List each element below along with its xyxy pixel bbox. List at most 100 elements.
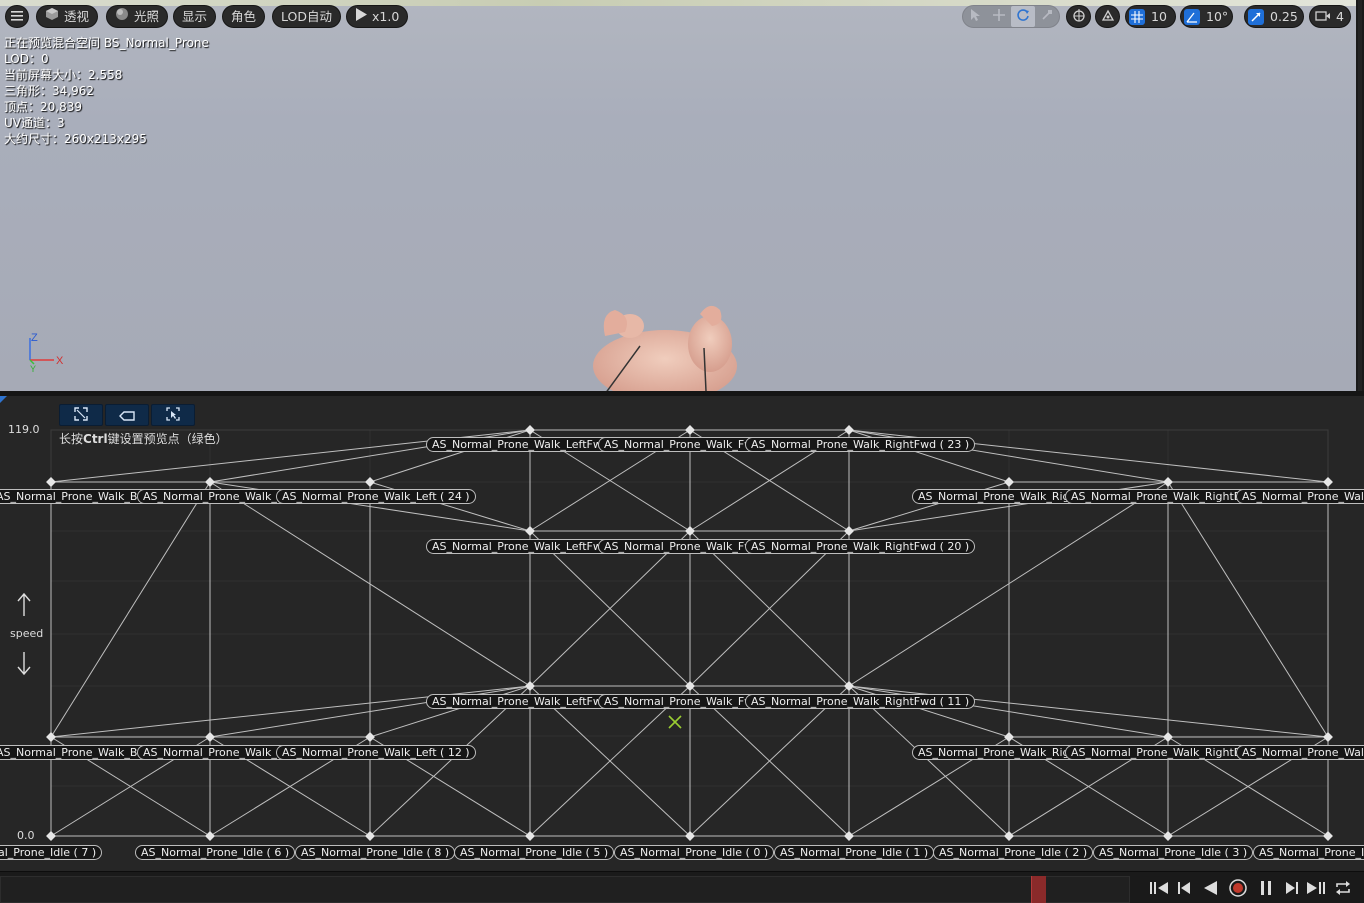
y-axis-max: 119.0 bbox=[8, 423, 40, 436]
lod-label: LOD自动 bbox=[281, 9, 332, 24]
preview-hint: 长按Ctrl键设置预览点（绿色） bbox=[59, 430, 228, 447]
rotation-snap-value: 10° bbox=[1206, 9, 1229, 24]
timeline-bar bbox=[0, 871, 1364, 903]
sample-point bbox=[1163, 477, 1173, 487]
perspective-label: 透视 bbox=[64, 9, 90, 24]
sample-label[interactable]: AS_Normal_Prone_Walk_RightFwd ( 20 ) bbox=[745, 539, 976, 554]
sample-label[interactable]: AS_Normal_Prone_Idle ( 1 ) bbox=[774, 845, 935, 860]
sample-label[interactable]: AS_Normal_Prone_Idle ( 8 ) bbox=[295, 845, 456, 860]
perspective-button[interactable]: 透视 bbox=[36, 5, 99, 28]
corner-accent-icon bbox=[0, 396, 7, 403]
sample-label[interactable]: AS_Normal_Prone_Idle ( 0 ) bbox=[614, 845, 775, 860]
translate-tool-button[interactable] bbox=[987, 6, 1011, 27]
viewport-menu-button[interactable] bbox=[5, 5, 29, 28]
select-region-button[interactable] bbox=[151, 404, 195, 426]
lod-button[interactable]: LOD自动 bbox=[272, 5, 341, 28]
scale-snap-value: 0.25 bbox=[1270, 9, 1298, 24]
play-reverse-button[interactable] bbox=[1200, 881, 1220, 899]
rotate-icon bbox=[1016, 8, 1030, 25]
step-back-icon bbox=[1176, 880, 1192, 900]
stats-line: 当前屏幕大小：2.558 bbox=[4, 68, 123, 82]
pause-button[interactable] bbox=[1256, 881, 1276, 899]
cube-icon bbox=[45, 5, 59, 28]
sample-point bbox=[525, 425, 535, 435]
sample-label[interactable]: AS_Normal_Prone_Idle ( 4 ) bbox=[1253, 845, 1364, 860]
camera-speed-group[interactable]: 4 bbox=[1309, 5, 1351, 28]
show-button[interactable]: 显示 bbox=[173, 5, 217, 28]
rotate-tool-button[interactable] bbox=[1011, 6, 1035, 27]
scrollbar-thumb[interactable] bbox=[1358, 0, 1362, 391]
scrub-head[interactable] bbox=[1031, 876, 1046, 903]
sample-label[interactable]: AS_Normal_Prone_Walk_RightFwd ( 11 ) bbox=[745, 694, 976, 709]
arrow-down-icon bbox=[16, 650, 32, 680]
grid-snap-group[interactable]: 10 bbox=[1125, 5, 1176, 28]
viewport-scrollbar[interactable] bbox=[1356, 0, 1364, 391]
character-button[interactable]: 角色 bbox=[222, 5, 266, 28]
sample-point bbox=[205, 831, 215, 841]
step-forward-button[interactable] bbox=[1282, 881, 1302, 899]
sample-label[interactable]: AS_Normal_Prone_Idle ( 5 ) bbox=[454, 845, 615, 860]
sample-label[interactable]: AS_Normal_Prone_Walk_Bwd ( 15 ) bbox=[1236, 745, 1364, 760]
sample-label[interactable]: AS_Normal_Prone_Idle ( 7 ) bbox=[0, 845, 103, 860]
y-axis-label: speed bbox=[10, 627, 44, 640]
play-reverse-icon bbox=[1202, 880, 1218, 900]
sample-point bbox=[46, 477, 56, 487]
world-local-button[interactable] bbox=[1066, 5, 1091, 28]
blend-space-editor[interactable]: 长按Ctrl键设置预览点（绿色） 119.0 0.0 speed AS_Norm… bbox=[0, 396, 1364, 871]
camera-speed-value: 4 bbox=[1336, 9, 1344, 24]
preview-viewport[interactable]: 透视 光照 显示 角色 LOD自动 x1.0 10 10° 0.25 4 正在预… bbox=[0, 0, 1356, 391]
scale-snap-group[interactable]: 0.25 bbox=[1244, 5, 1304, 28]
hamburger-icon bbox=[11, 5, 23, 28]
transform-tools-group bbox=[962, 5, 1060, 28]
select-tool-button[interactable] bbox=[963, 6, 987, 27]
stats-line: UV通道：3 bbox=[4, 116, 65, 130]
camera-icon bbox=[1315, 7, 1331, 26]
playback-speed-label: x1.0 bbox=[372, 9, 400, 24]
record-icon bbox=[1229, 879, 1247, 901]
select-region-icon bbox=[166, 406, 180, 425]
sample-label[interactable]: AS_Normal_Prone_Walk_RightFwd ( 23 ) bbox=[745, 437, 976, 452]
sample-label[interactable]: AS_Normal_Prone_Idle ( 6 ) bbox=[135, 845, 296, 860]
preview-point-marker[interactable] bbox=[667, 714, 683, 730]
scale-tool-button[interactable] bbox=[1035, 6, 1059, 27]
scrub-track[interactable] bbox=[0, 876, 1130, 903]
sample-label[interactable]: AS_Normal_Prone_Idle ( 2 ) bbox=[933, 845, 1094, 860]
sample-point bbox=[46, 732, 56, 742]
sample-label[interactable]: AS_Normal_Prone_Walk_Left ( 24 ) bbox=[276, 489, 476, 504]
axis-gizmo: Z X Y bbox=[22, 328, 72, 374]
step-back-button[interactable] bbox=[1174, 881, 1194, 899]
sample-point bbox=[1323, 477, 1333, 487]
sample-point bbox=[205, 732, 215, 742]
axis-y-label: Y bbox=[30, 364, 36, 373]
surface-snap-button[interactable] bbox=[1095, 5, 1120, 28]
rotation-snap-group[interactable]: 10° bbox=[1180, 5, 1233, 28]
record-button[interactable] bbox=[1228, 879, 1248, 901]
triangulation-edge bbox=[1167, 481, 1329, 738]
show-label: 显示 bbox=[182, 9, 208, 24]
lighting-button[interactable]: 光照 bbox=[106, 5, 169, 28]
blend-space-grid bbox=[0, 396, 1333, 841]
sample-label[interactable]: AS_Normal_Prone_Walk_Bwd ( 27 ) bbox=[1236, 489, 1364, 504]
arrow-up-icon bbox=[16, 592, 32, 622]
surface-snap-icon bbox=[1101, 7, 1115, 26]
sample-point bbox=[685, 425, 695, 435]
fit-view-button[interactable] bbox=[59, 404, 103, 426]
sample-label[interactable]: AS_Normal_Prone_Walk_Left ( 12 ) bbox=[276, 745, 476, 760]
skip-to-start-button[interactable] bbox=[1149, 881, 1169, 899]
stats-line: LOD：0 bbox=[4, 52, 49, 66]
sample-label[interactable]: AS_Normal_Prone_Idle ( 3 ) bbox=[1093, 845, 1254, 860]
sample-point bbox=[1323, 732, 1333, 742]
loop-button[interactable] bbox=[1333, 881, 1353, 899]
character-mesh[interactable] bbox=[560, 296, 770, 391]
eraser-button[interactable] bbox=[105, 404, 149, 426]
stats-line: 顶点：20,839 bbox=[4, 100, 82, 114]
y-axis-min: 0.0 bbox=[17, 829, 35, 842]
character-label: 角色 bbox=[231, 9, 257, 24]
sample-point bbox=[844, 425, 854, 435]
playback-speed-button[interactable]: x1.0 bbox=[346, 5, 409, 28]
pause-icon bbox=[1259, 880, 1273, 900]
sample-point bbox=[1163, 831, 1173, 841]
skip-to-end-button[interactable] bbox=[1306, 881, 1326, 899]
fit-icon bbox=[74, 406, 88, 425]
play-icon bbox=[355, 5, 367, 28]
